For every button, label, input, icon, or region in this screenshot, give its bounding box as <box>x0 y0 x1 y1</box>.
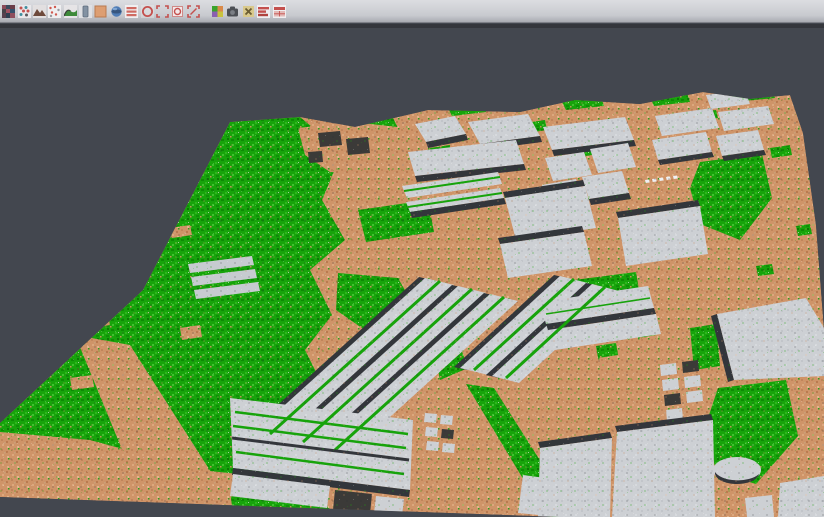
point-speckle-overlay <box>0 28 824 517</box>
terrain-mountain-icon[interactable] <box>33 5 46 18</box>
sparse-points-icon[interactable] <box>48 5 61 18</box>
camera-view-icon[interactable] <box>226 5 239 18</box>
ground-patch <box>120 265 140 278</box>
rect-selection-icon[interactable] <box>156 5 169 18</box>
toolbar <box>0 0 824 23</box>
point-cloud-render <box>0 28 824 517</box>
point-grid-icon[interactable] <box>2 5 15 18</box>
toolbar-separator <box>201 5 210 18</box>
section-lines-icon[interactable] <box>125 5 138 18</box>
clip-box-icon[interactable] <box>171 5 184 18</box>
cancel-cross-icon[interactable] <box>242 5 255 18</box>
multi-points-icon[interactable] <box>18 5 31 18</box>
vegetation-hill-icon[interactable] <box>64 5 77 18</box>
crop-marks-icon[interactable] <box>187 5 200 18</box>
histogram-bars-icon[interactable] <box>257 5 270 18</box>
globe-3d-icon[interactable] <box>110 5 123 18</box>
ortho-tile-icon[interactable] <box>94 5 107 18</box>
application-window <box>0 0 824 517</box>
circle-selection-icon[interactable] <box>141 5 154 18</box>
3d-viewport[interactable] <box>0 28 824 517</box>
profile-view-icon[interactable] <box>79 5 92 18</box>
red-table-icon[interactable] <box>273 5 286 18</box>
classification-palette-icon[interactable] <box>211 5 224 18</box>
